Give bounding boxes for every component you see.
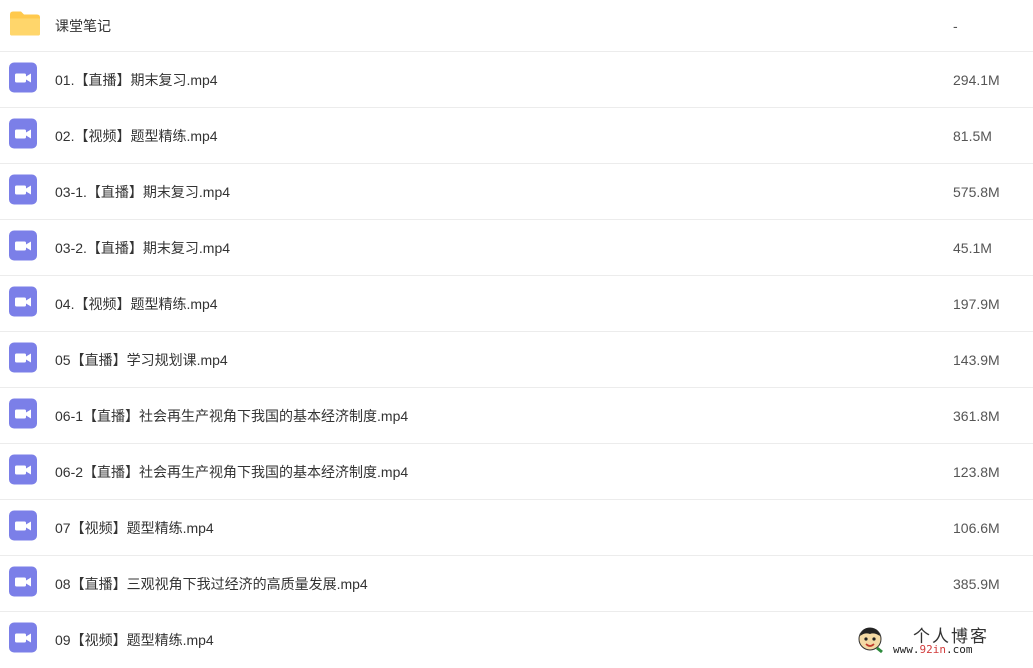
file-name: 04.【视频】题型精练.mp4 bbox=[55, 295, 218, 312]
file-name: 03-1.【直播】期末复习.mp4 bbox=[55, 183, 231, 200]
video-file-icon bbox=[9, 118, 37, 153]
file-name: 01.【直播】期末复习.mp4 bbox=[55, 71, 218, 88]
file-name: 03-2.【直播】期末复习.mp4 bbox=[55, 239, 231, 256]
video-file-icon bbox=[9, 566, 37, 601]
video-file-icon bbox=[9, 230, 37, 265]
file-name: 06-1【直播】社会再生产视角下我国的基本经济制度.mp4 bbox=[55, 407, 409, 424]
file-row[interactable]: 02.【视频】题型精练.mp4 81.5M bbox=[0, 108, 1033, 164]
watermark-url-mid: 92in bbox=[919, 643, 947, 656]
file-size: 197.9M bbox=[953, 295, 1000, 312]
file-row-folder[interactable]: 课堂笔记 - bbox=[0, 0, 1033, 52]
file-row[interactable]: 01.【直播】期末复习.mp4 294.1M bbox=[0, 52, 1033, 108]
file-size: 294.1M bbox=[953, 71, 1000, 88]
file-size: 143.9M bbox=[953, 351, 1000, 368]
video-file-icon bbox=[9, 510, 37, 545]
file-name: 07【视频】题型精练.mp4 bbox=[55, 519, 214, 536]
file-row[interactable]: 07【视频】题型精练.mp4 106.6M bbox=[0, 500, 1033, 556]
video-file-icon bbox=[9, 62, 37, 97]
video-file-icon bbox=[9, 454, 37, 489]
file-size: - bbox=[953, 17, 958, 34]
blog-watermark: 个人博客 www.92in.com bbox=[855, 624, 1015, 658]
file-row[interactable]: 05【直播】学习规划课.mp4 143.9M bbox=[0, 332, 1033, 388]
file-size: 575.8M bbox=[953, 183, 1000, 200]
file-size: 123.8M bbox=[953, 463, 1000, 480]
file-size: 106.6M bbox=[953, 519, 1000, 536]
file-row[interactable]: 03-1.【直播】期末复习.mp4 575.8M bbox=[0, 164, 1033, 220]
video-file-icon bbox=[9, 622, 37, 658]
file-row[interactable]: 08【直播】三观视角下我过经济的高质量发展.mp4 385.9M bbox=[0, 556, 1033, 612]
file-row[interactable]: 04.【视频】题型精练.mp4 197.9M bbox=[0, 276, 1033, 332]
watermark-url-prefix: www. bbox=[893, 643, 920, 656]
file-name: 05【直播】学习规划课.mp4 bbox=[55, 351, 228, 368]
watermark-url-suffix: .com bbox=[946, 643, 973, 656]
watermark-url: www.92in.com bbox=[893, 643, 973, 656]
file-size: 385.9M bbox=[953, 575, 1000, 592]
file-name: 06-2【直播】社会再生产视角下我国的基本经济制度.mp4 bbox=[55, 463, 409, 480]
file-row[interactable]: 03-2.【直播】期末复习.mp4 45.1M bbox=[0, 220, 1033, 276]
file-name: 02.【视频】题型精练.mp4 bbox=[55, 127, 218, 144]
video-file-icon bbox=[9, 398, 37, 433]
video-file-icon bbox=[9, 174, 37, 209]
avatar-icon bbox=[855, 624, 885, 659]
file-name: 08【直播】三观视角下我过经济的高质量发展.mp4 bbox=[55, 575, 368, 592]
video-file-icon bbox=[9, 342, 37, 377]
file-name: 课堂笔记 bbox=[55, 17, 111, 34]
file-size: 361.8M bbox=[953, 407, 1000, 424]
folder-icon bbox=[9, 10, 41, 41]
file-size: 45.1M bbox=[953, 239, 992, 256]
file-list: 课堂笔记 - 01.【直播】期末复习.mp4 294.1M 02.【视频】题型精… bbox=[0, 0, 1033, 668]
file-row[interactable]: 06-2【直播】社会再生产视角下我国的基本经济制度.mp4 123.8M bbox=[0, 444, 1033, 500]
file-row[interactable]: 06-1【直播】社会再生产视角下我国的基本经济制度.mp4 361.8M bbox=[0, 388, 1033, 444]
video-file-icon bbox=[9, 286, 37, 321]
file-name: 09【视频】题型精练.mp4 bbox=[55, 632, 214, 648]
file-size: 81.5M bbox=[953, 127, 992, 144]
